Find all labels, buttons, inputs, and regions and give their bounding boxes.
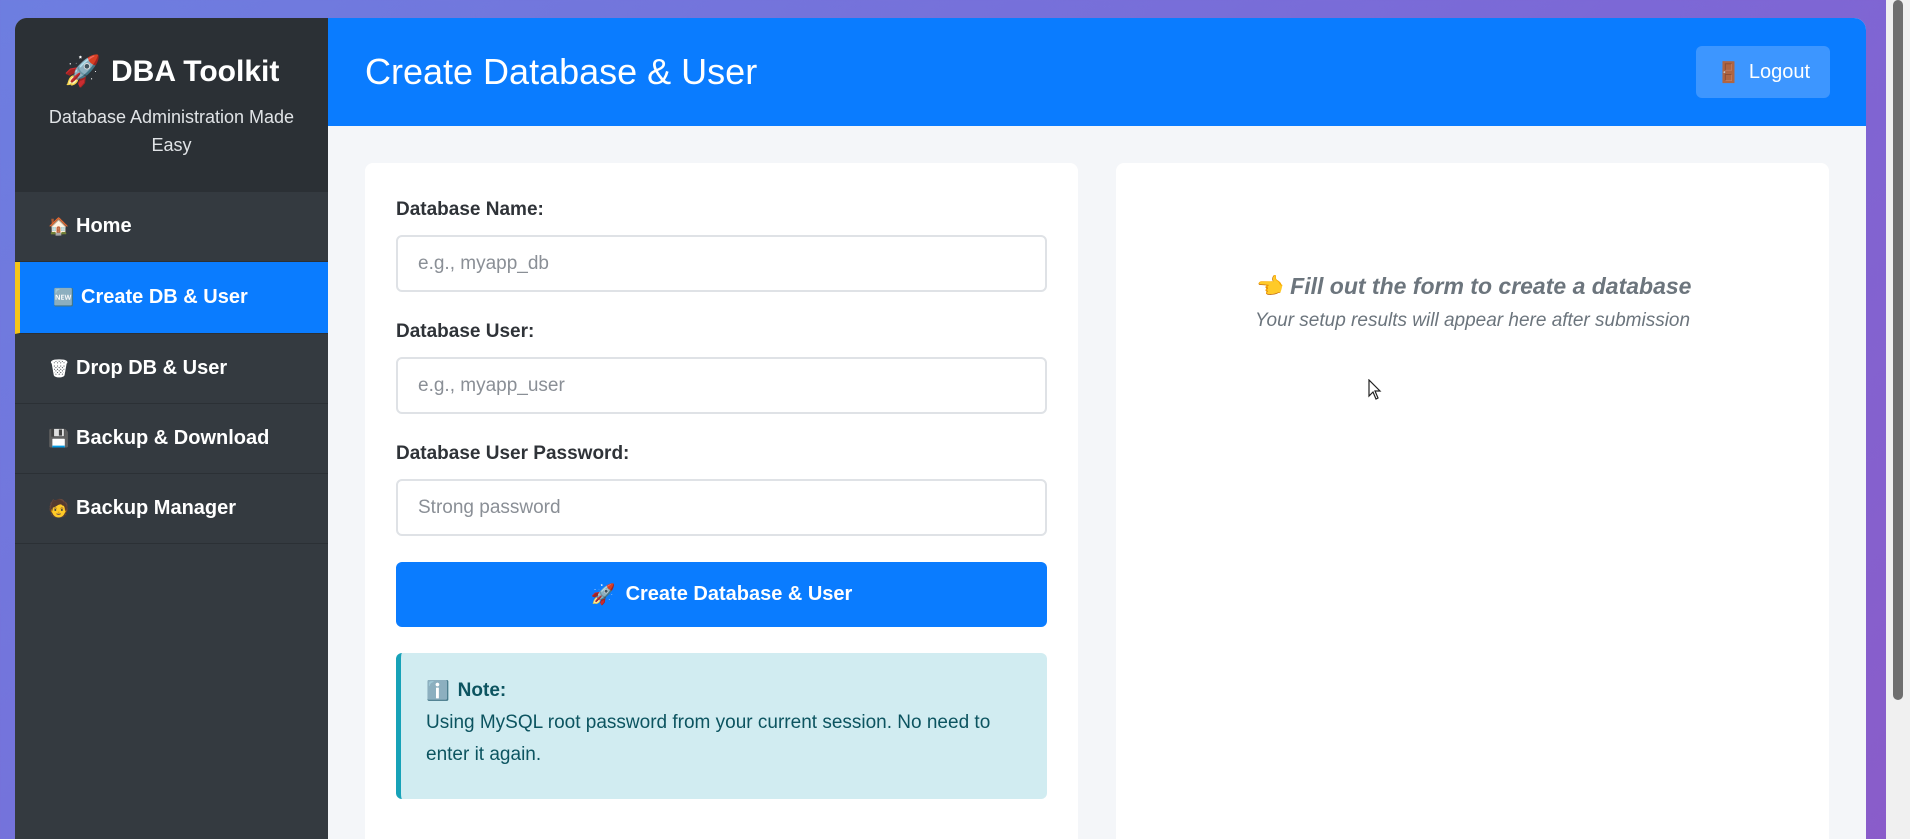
- db-password-label: Database User Password:: [396, 443, 630, 464]
- create-database-button[interactable]: 🚀 Create Database & User: [396, 562, 1047, 627]
- sidebar-item-backup-download[interactable]: 💾 Backup & Download: [15, 404, 328, 474]
- sidebar-item-label: Drop DB & User: [76, 357, 228, 379]
- results-title: 👈 Fill out the form to create a database: [1254, 273, 1692, 300]
- results-title-text: Fill out the form to create a database: [1290, 273, 1692, 299]
- db-name-label: Database Name:: [396, 199, 544, 220]
- db-password-input[interactable]: [396, 479, 1047, 536]
- brand-title: 🚀 DBA Toolkit: [15, 54, 328, 89]
- sidebar-item-label: Create DB & User: [81, 286, 248, 308]
- page-scrollbar[interactable]: [1886, 0, 1910, 839]
- create-database-label: Create Database & User: [625, 583, 853, 605]
- info-icon: ℹ️: [426, 681, 450, 702]
- create-db-form: Database Name: Database User: Database U…: [365, 163, 1078, 839]
- sidebar-item-drop-db-user[interactable]: 🗑 Drop DB & User: [15, 334, 328, 404]
- db-user-label: Database User:: [396, 321, 535, 342]
- sidebar: 🚀 DBA Toolkit Database Administration Ma…: [15, 18, 328, 839]
- brand-subtitle: Database Administration Made Easy: [48, 107, 295, 155]
- page-title: Create Database & User: [365, 51, 758, 92]
- sidebar-item-label: Home: [76, 215, 132, 237]
- db-name-input[interactable]: [396, 235, 1047, 292]
- sidebar-item-backup-manager[interactable]: 🧑 Backup Manager: [15, 474, 328, 544]
- app-window: 🚀 DBA Toolkit Database Administration Ma…: [15, 18, 1866, 839]
- brand: 🚀 DBA Toolkit Database Administration Ma…: [15, 18, 328, 192]
- db-user-input[interactable]: [396, 357, 1047, 414]
- brand-title-text: DBA Toolkit: [111, 54, 280, 88]
- sidebar-item-label: Backup Manager: [76, 497, 237, 519]
- pointing-hand-icon: 👈: [1253, 273, 1283, 299]
- sidebar-item-home[interactable]: 🏠 Home: [15, 192, 328, 262]
- sidebar-item-create-db-user[interactable]: 🆕 Create DB & User: [15, 262, 328, 334]
- logout-button[interactable]: 🚪 Logout: [1696, 46, 1830, 98]
- house-icon: 🏠: [48, 216, 70, 236]
- door-icon: 🚪: [1715, 61, 1741, 84]
- results-subtitle: Your setup results will appear here afte…: [1254, 310, 1691, 331]
- note-title: ℹ️ Note:: [426, 679, 1022, 703]
- manager-icon: 🧑: [48, 498, 70, 518]
- note-title-text: Note:: [457, 680, 507, 701]
- floppy-disk-icon: 💾: [48, 428, 70, 448]
- main-area: Create Database & User 🚪 Logout Database…: [328, 18, 1866, 839]
- sidebar-item-label: Backup & Download: [76, 427, 270, 449]
- top-bar: Create Database & User 🚪 Logout: [328, 18, 1866, 126]
- note-text: Using MySQL root password from your curr…: [426, 712, 991, 765]
- mouse-cursor-icon: [1368, 379, 1382, 400]
- sidebar-nav: 🏠 Home 🆕 Create DB & User 🗑 Drop DB & Us…: [15, 192, 328, 544]
- content: Database Name: Database User: Database U…: [328, 126, 1866, 839]
- trash-icon: 🗑: [48, 358, 70, 378]
- results-panel: 👈 Fill out the form to create a database…: [1116, 163, 1829, 839]
- new-icon: 🆕: [53, 287, 75, 307]
- rocket-icon: 🚀: [590, 584, 616, 606]
- rocket-icon: 🚀: [63, 55, 102, 88]
- note-box: ℹ️ Note: Using MySQL root password from …: [396, 653, 1047, 799]
- scrollbar-thumb[interactable]: [1893, 0, 1903, 700]
- logout-label: Logout: [1748, 60, 1811, 83]
